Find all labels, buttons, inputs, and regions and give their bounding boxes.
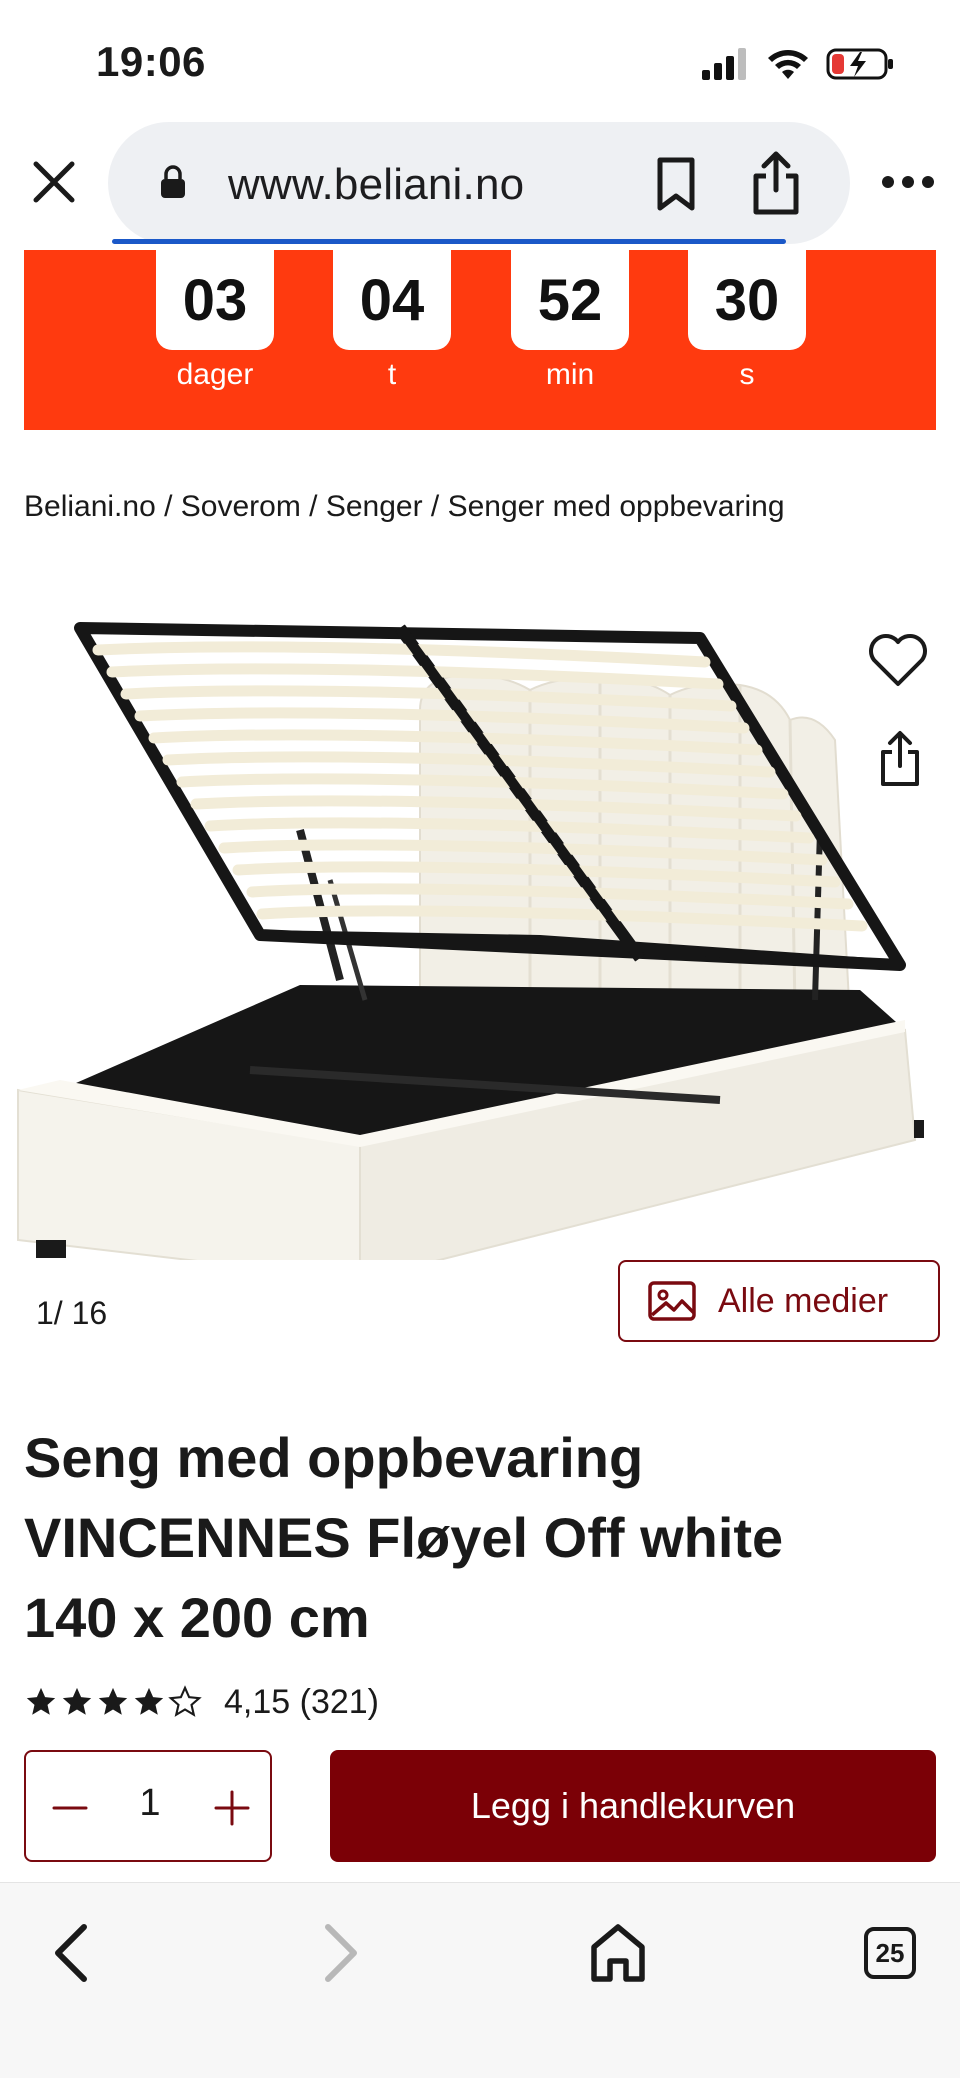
plus-icon[interactable] [202, 1778, 262, 1838]
countdown-label: min [545, 358, 595, 391]
product-image[interactable] [0, 580, 960, 1260]
image-counter-total: 16 [71, 1295, 108, 1331]
status-bar: 19:06 [0, 0, 960, 120]
star-filled-icon [134, 1687, 164, 1715]
breadcrumb-separator: / [300, 490, 326, 523]
breadcrumb-item-storage-beds[interactable]: Senger med oppbevaring [448, 490, 785, 523]
status-icons [702, 44, 896, 84]
product-title-line: Seng med oppbevaring [24, 1426, 644, 1489]
countdown-value: 03 [156, 250, 274, 350]
share-button[interactable] [850, 710, 950, 810]
forward-icon[interactable] [312, 1917, 368, 1989]
browser-bottom-toolbar: 25 [0, 1882, 960, 2078]
wifi-icon [768, 50, 808, 79]
breadcrumb-item-soverom[interactable]: Soverom [181, 490, 301, 523]
star-filled-icon [98, 1687, 128, 1715]
image-counter: 1/ 16 [36, 1295, 107, 1332]
countdown-banner: 03 dager 04 t 52 min 30 s [24, 250, 936, 430]
rating-text: 4,15 (321) [224, 1682, 379, 1721]
url-text: www.beliani.no [228, 160, 525, 209]
breadcrumb-item-home[interactable]: Beliani.no [24, 490, 156, 523]
back-icon[interactable] [44, 1917, 100, 1989]
countdown-label: dager [176, 358, 254, 391]
lock-icon [161, 165, 185, 198]
breadcrumb-separator: / [155, 490, 181, 523]
breadcrumb-item-senger[interactable]: Senger [326, 490, 423, 523]
quantity-stepper: 1 [24, 1750, 272, 1862]
status-time: 19:06 [96, 38, 206, 85]
breadcrumb: Beliani.no / Soverom / Senger / Senger m… [24, 490, 785, 524]
heart-icon[interactable] [862, 624, 934, 696]
image-counter-current: 1/ [36, 1295, 63, 1331]
all-media-button[interactable]: Alle medier [618, 1260, 940, 1342]
product-gallery[interactable]: 1/ 16 Alle medier [0, 580, 960, 1350]
star-filled-icon [62, 1687, 92, 1715]
share-icon [881, 731, 919, 786]
page-load-progress [112, 239, 786, 244]
more-icon[interactable] [880, 172, 936, 192]
all-media-label: Alle medier [718, 1281, 889, 1320]
countdown-value: 04 [333, 250, 451, 350]
add-to-cart-button[interactable]: Legg i handlekurven [330, 1750, 936, 1862]
product-title: Seng med oppbevaring VINCENNES Fløyel Of… [24, 1418, 924, 1658]
browser-url-bar: www.beliani.no [0, 118, 960, 250]
countdown-minutes: 52 min [511, 250, 629, 392]
countdown-days: 03 dager [156, 250, 274, 392]
countdown-value: 52 [511, 250, 629, 350]
countdown-value: 30 [688, 250, 806, 350]
home-icon[interactable] [588, 1917, 648, 1989]
battery-charging-icon [826, 48, 893, 80]
product-title-line: VINCENNES Fløyel Off white [24, 1506, 784, 1569]
image-icon [648, 1281, 696, 1321]
breadcrumb-separator: / [422, 490, 448, 523]
bookmark-icon[interactable] [648, 154, 704, 214]
product-rating[interactable]: 4,15 (321) [24, 1678, 379, 1726]
countdown-label: t [387, 358, 397, 391]
product-title-line: 140 x 200 cm [24, 1586, 370, 1649]
countdown-seconds: 30 s [688, 250, 806, 392]
star-filled-icon [26, 1687, 56, 1715]
countdown-hours: 04 t [333, 250, 451, 392]
star-empty-icon [168, 1685, 202, 1717]
countdown-label: s [739, 358, 755, 391]
cellular-signal-icon [702, 48, 746, 80]
tabs-icon[interactable]: 25 [864, 1927, 916, 1979]
share-icon[interactable] [748, 150, 804, 216]
rating-stars [24, 1685, 202, 1719]
close-icon[interactable] [26, 154, 82, 210]
address-field[interactable]: www.beliani.no [108, 122, 850, 244]
